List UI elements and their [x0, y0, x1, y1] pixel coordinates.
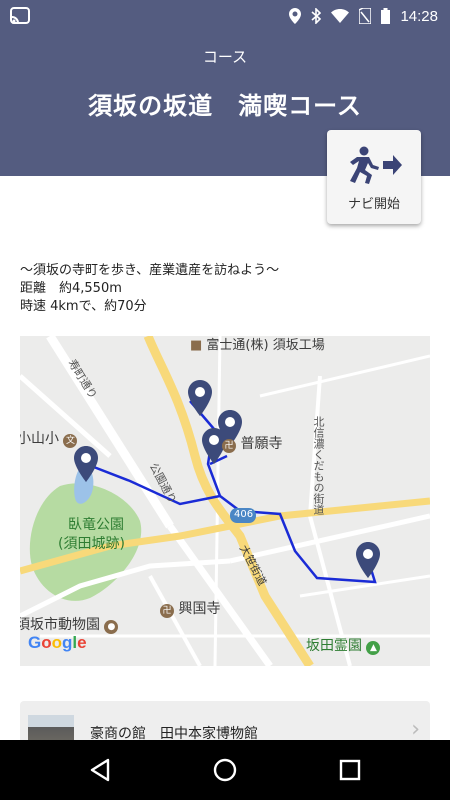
description-tagline: ～須坂の寺町を歩き、産業遺産を訪ねよう～ — [20, 263, 280, 278]
home-icon[interactable] — [211, 756, 239, 784]
status-bar: 14:28 — [0, 0, 450, 32]
map-label-fuganji: 卍 普願寺 — [222, 433, 282, 453]
description-time: 時速 4kmで、約70分 — [20, 299, 147, 314]
map-label-park: 臥竜公園 — [68, 517, 124, 533]
navi-start-label: ナビ開始 — [347, 197, 400, 212]
course-description: ～須坂の寺町を歩き、産業遺産を訪ねよう～ 距離 約4,550m 時速 4kmで、… — [20, 262, 279, 316]
course-title: 須坂の坂道 満喫コース — [88, 92, 362, 120]
map-label-park-sub: (須田城跡) — [58, 536, 125, 552]
recents-icon[interactable] — [336, 756, 364, 784]
description-distance: 距離 約4,550m — [20, 281, 122, 296]
map-label-fujitsu: ■ 富士通(株) 須坂工場 — [190, 338, 325, 353]
location-icon — [289, 8, 302, 24]
map-pin-icon[interactable] — [356, 542, 380, 578]
map-label-zoo: 須坂市動物園 ● — [20, 614, 119, 634]
route-map[interactable]: ■ 富士通(株) 須坂工場 寿町通り 小山小 文 卍 普願寺 北信濃くだもの街道… — [20, 336, 430, 666]
header-subtitle: コース — [202, 48, 248, 66]
clock: 14:28 — [400, 7, 438, 25]
map-pin-icon[interactable] — [74, 446, 98, 482]
navi-start-button[interactable]: ナビ開始 — [327, 130, 421, 224]
running-person-icon — [350, 146, 402, 184]
map-label-kitashinano: 北信濃くだもの街道 — [312, 416, 325, 515]
wifi-icon — [331, 9, 350, 23]
cast-icon — [10, 7, 30, 24]
battery-icon — [381, 8, 391, 24]
chevron-right-icon: › — [411, 717, 420, 742]
map-label-406: 406 — [234, 509, 254, 520]
google-logo: Google — [28, 633, 87, 652]
map-label-cemetery: 坂田霊園 ▲ — [306, 635, 381, 655]
no-sim-icon — [359, 8, 372, 24]
map-label-school: 小山小 文 — [20, 428, 78, 448]
map-pin-icon[interactable] — [188, 380, 212, 416]
back-icon[interactable] — [86, 756, 114, 784]
map-label-kokokuji: 卍 興国寺 — [160, 598, 220, 618]
bluetooth-icon — [311, 8, 322, 24]
system-nav-bar — [0, 740, 450, 800]
